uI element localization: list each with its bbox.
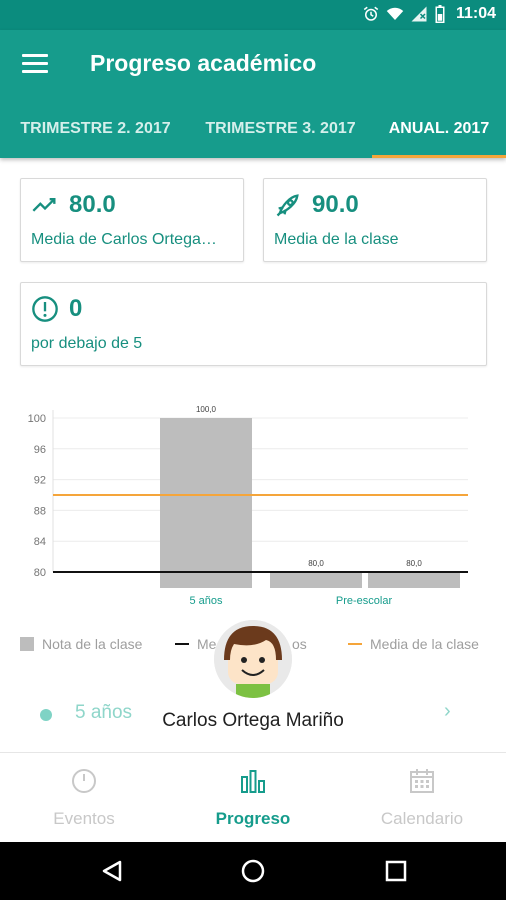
below-five-value: 0	[69, 295, 83, 322]
system-navigation-bar	[0, 842, 506, 900]
below-five-label: por debajo de 5	[31, 335, 143, 352]
recents-icon[interactable]	[385, 860, 407, 882]
home-icon[interactable]	[241, 859, 265, 883]
x-category-label: Pre-escolar	[336, 595, 393, 607]
class-average-label: Media de la clase	[274, 231, 399, 248]
legend-swatch	[348, 643, 362, 645]
calendar-icon	[410, 769, 434, 793]
nav-label: Calendario	[380, 809, 464, 828]
y-tick-label: 84	[34, 536, 46, 548]
page-title: Progreso académico	[90, 50, 317, 76]
legend-swatch	[175, 643, 189, 645]
back-icon[interactable]	[100, 859, 124, 883]
bar	[160, 418, 252, 588]
clock-icon	[72, 769, 96, 793]
bar-chart-icon	[241, 770, 265, 793]
wifi-icon	[386, 7, 404, 20]
student-avatar-icon	[214, 620, 292, 698]
status-bar: 11:04	[0, 0, 506, 30]
bar	[368, 572, 460, 588]
student-average-label: Media de Carlos Ortega…	[31, 231, 217, 248]
trending-up-icon	[32, 198, 56, 212]
x-category-label: 5 años	[189, 595, 223, 607]
student-average-value: 80.0	[69, 191, 116, 218]
bottom-navigation: Eventos Progreso Calendario	[0, 752, 506, 842]
tab-bar: TRIMESTRE 2. 2017 TRIMESTRE 3. 2017 ANUA…	[0, 114, 506, 158]
nav-calendario[interactable]: Calendario	[338, 753, 506, 843]
nav-label: Eventos	[53, 809, 115, 828]
legend-label: Me	[197, 636, 217, 652]
y-tick-label: 88	[34, 505, 46, 517]
nav-progreso[interactable]: Progreso	[169, 753, 337, 843]
bar-value-label: 100,0	[196, 405, 217, 414]
student-name: Carlos Ortega Mariño	[162, 710, 344, 731]
status-time: 11:04	[455, 5, 496, 22]
y-tick-label: 96	[34, 444, 46, 456]
signal-icon	[411, 6, 427, 22]
student-average-card: 80.0 Media de Carlos Ortega…	[20, 178, 244, 262]
legend-label: Media de la clase	[370, 636, 479, 652]
class-average-value: 90.0	[312, 191, 359, 218]
menu-icon[interactable]	[22, 54, 48, 74]
bar-value-label: 80,0	[406, 559, 422, 568]
app-bar: Progreso académico TRIMESTRE 2. 2017 TRI…	[0, 30, 506, 158]
legend-label: os	[292, 636, 307, 652]
tab-trimestre-3[interactable]: TRIMESTRE 3. 2017	[193, 114, 368, 158]
alarm-icon	[363, 6, 379, 21]
tab-anual[interactable]: ANUAL. 2017	[372, 114, 506, 158]
legend-item-student-average: Me	[175, 636, 216, 652]
nav-eventos[interactable]: Eventos	[0, 753, 168, 843]
y-tick-label: 92	[34, 475, 46, 487]
bar	[270, 572, 362, 588]
progress-chart: 100 96 92 88 84 80 100,0 80,0 80,0 5 años Pre-esco…	[28, 405, 468, 607]
rocket-icon	[276, 194, 299, 217]
legend-swatch	[20, 637, 34, 651]
status-icons: 11:04	[362, 5, 496, 23]
below-five-card: 0 por debajo de 5	[20, 282, 487, 366]
legend-item-class-grade: Nota de la clase	[20, 636, 142, 652]
legend-item-student-average-tail: os	[292, 636, 307, 652]
tab-trimestre-2[interactable]: TRIMESTRE 2. 2017	[8, 114, 183, 158]
legend-item-class-average: Media de la clase	[348, 636, 479, 652]
y-tick-label: 80	[34, 567, 46, 579]
alert-circle-icon	[32, 296, 58, 322]
nav-label: Progreso	[215, 809, 291, 828]
legend-label: Nota de la clase	[42, 636, 143, 652]
bar-value-label: 80,0	[308, 559, 324, 568]
class-average-card: 90.0 Media de la clase	[263, 178, 487, 262]
y-tick-label: 100	[28, 413, 46, 425]
battery-icon	[435, 5, 445, 23]
avatar[interactable]	[214, 620, 292, 698]
